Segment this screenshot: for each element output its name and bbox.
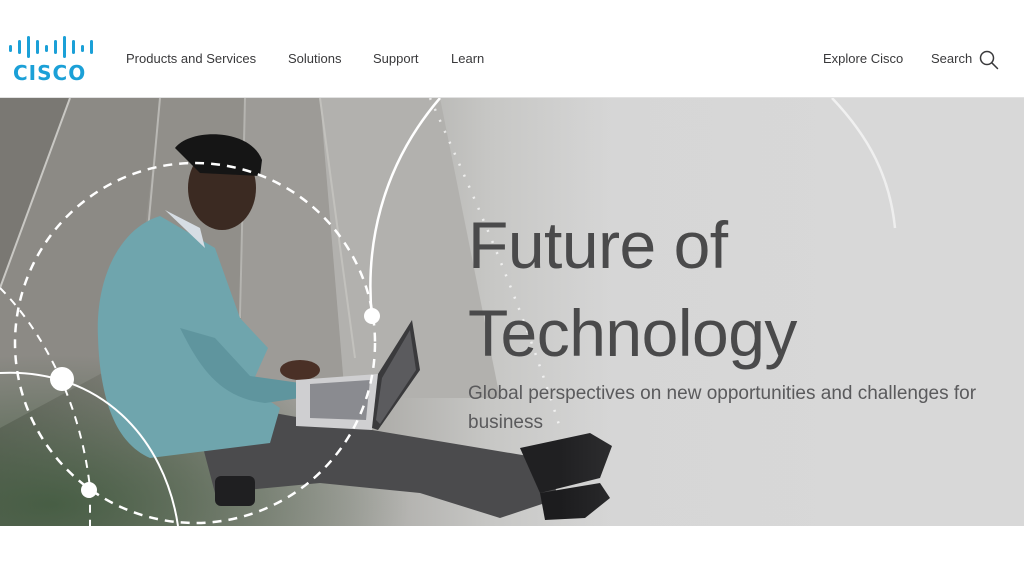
nav-item-solutions[interactable]: Solutions	[288, 51, 341, 66]
hero-title-line-1: Future of	[468, 208, 728, 282]
cisco-logo[interactable]: CISCO	[7, 36, 97, 85]
nav-item-products-and-services[interactable]: Products and Services	[126, 51, 256, 66]
nav-item-learn[interactable]: Learn	[451, 51, 484, 66]
hero-subtitle: Global perspectives on new opportunities…	[468, 383, 977, 433]
hero-title-line-2: Technology	[468, 296, 797, 370]
hero-banner: Future of Technology Global perspectives…	[0, 98, 1024, 526]
nav-item-support[interactable]: Support	[373, 51, 419, 66]
search-button[interactable]: Search	[931, 51, 972, 66]
page-content-area	[0, 526, 1024, 576]
cisco-bars-icon	[9, 36, 93, 58]
site-header: CISCO Products and Services Solutions Su…	[0, 0, 1024, 98]
explore-cisco-link[interactable]: Explore Cisco	[823, 51, 903, 66]
search-icon[interactable]	[979, 50, 999, 70]
hero-title: Future of Technology	[468, 201, 988, 377]
logo-wordmark: CISCO	[13, 61, 87, 85]
